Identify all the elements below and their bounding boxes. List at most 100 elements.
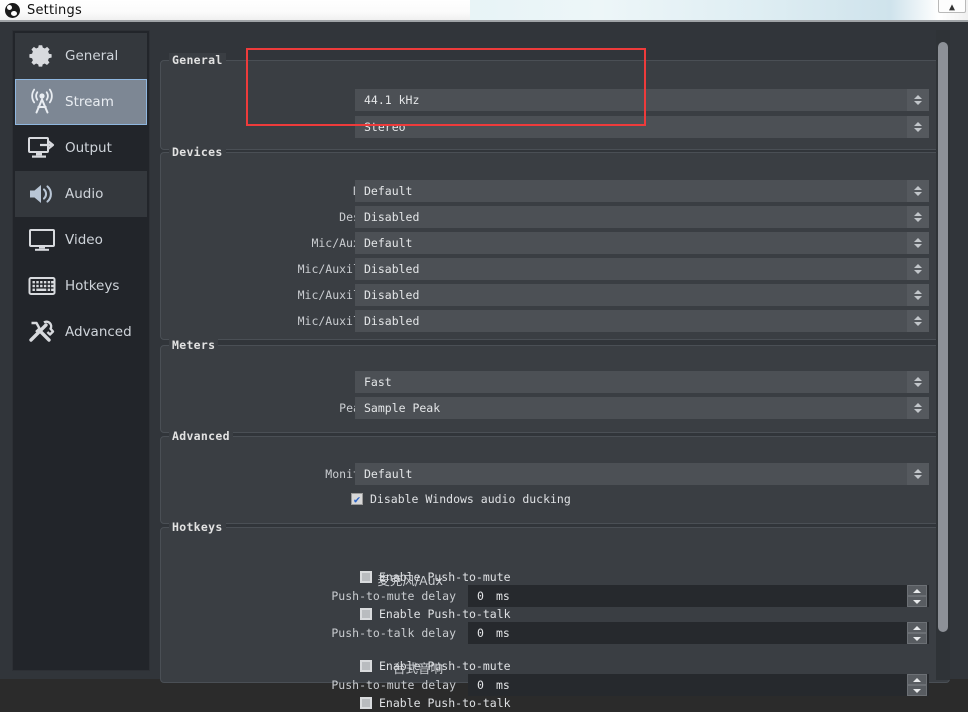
combo-decay-rate[interactable]: Fast <box>355 371 929 393</box>
window-corner-button[interactable]: ▲ <box>938 0 966 13</box>
chevron-updown-icon[interactable] <box>907 206 929 228</box>
spin-up-button[interactable] <box>907 622 927 633</box>
combo-value: Default <box>364 184 413 198</box>
checkbox-box[interactable] <box>360 697 372 709</box>
label-speakers-push-to-mute-delay: Push-to-mute delay <box>331 678 456 692</box>
scrollbar-thumb[interactable] <box>938 42 948 632</box>
spin-down-button[interactable] <box>907 685 927 696</box>
combo-value: Disabled <box>364 262 420 276</box>
settings-content-audio: General Sample Rate 44.1 kHz Channels St… <box>160 30 950 710</box>
group-title-hotkeys: Hotkeys <box>169 520 226 534</box>
combo-desktop-audio-2[interactable]: Disabled <box>355 206 929 228</box>
chevron-updown-icon[interactable] <box>907 397 929 419</box>
chevron-updown-icon[interactable] <box>907 371 929 393</box>
sidebar-item-advanced[interactable]: Advanced <box>15 309 147 355</box>
speaker-icon <box>25 178 59 210</box>
combo-value: Disabled <box>364 288 420 302</box>
checkbox-box[interactable]: ✔ <box>351 493 363 505</box>
combo-sample-rate[interactable]: 44.1 kHz <box>355 89 929 111</box>
settings-dialog: General Stream Output Audio Video Hotkey… <box>0 22 968 710</box>
spinner-buttons[interactable] <box>907 622 927 644</box>
combo-mic-aux-audio-2[interactable]: Disabled <box>355 258 929 280</box>
group-title-general: General <box>169 53 226 67</box>
chevron-updown-icon[interactable] <box>907 284 929 306</box>
content-scrollbar[interactable] <box>936 30 950 680</box>
sidebar-item-video[interactable]: Video <box>15 217 147 263</box>
combo-peak-meter-type[interactable]: Sample Peak <box>355 397 929 419</box>
spinner-buttons[interactable] <box>907 674 927 696</box>
tools-icon <box>25 316 59 348</box>
spin-unit: ms <box>495 678 510 692</box>
combo-value: Disabled <box>364 210 420 224</box>
monitor-icon <box>25 224 59 256</box>
spin-unit: ms <box>495 626 510 640</box>
combo-value: Default <box>364 236 413 250</box>
spin-up-button[interactable] <box>907 674 927 685</box>
chevron-updown-icon[interactable] <box>907 232 929 254</box>
spin-mic-push-to-mute-delay[interactable]: 0 ms <box>468 585 929 607</box>
sidebar-item-audio[interactable]: Audio <box>15 171 147 217</box>
spin-speakers-push-to-mute-delay[interactable]: 0 ms <box>468 674 929 696</box>
sidebar-item-output[interactable]: Output <box>15 125 147 171</box>
group-title-advanced: Advanced <box>169 429 233 443</box>
checkbox-label: Enable Push-to-talk <box>379 607 511 621</box>
checkbox-box[interactable] <box>360 660 372 672</box>
group-title-devices: Devices <box>169 145 226 159</box>
chevron-updown-icon[interactable] <box>907 463 929 485</box>
chevron-updown-icon[interactable] <box>907 89 929 111</box>
gear-icon <box>25 40 59 72</box>
checkbox-disable-windows-audio-ducking[interactable]: ✔ Disable Windows audio ducking <box>351 490 571 508</box>
group-devices: Devices Desktop Audio Default Desktop Au… <box>160 145 950 340</box>
spin-mic-push-to-talk-delay[interactable]: 0 ms <box>468 622 929 644</box>
spin-value: 0 <box>477 589 484 603</box>
chevron-updown-icon[interactable] <box>907 258 929 280</box>
combo-desktop-audio[interactable]: Default <box>355 180 929 202</box>
broadcast-icon <box>25 86 59 118</box>
sidebar-item-label: Advanced <box>65 324 132 340</box>
spin-down-button[interactable] <box>907 633 927 644</box>
combo-channels[interactable]: Stereo <box>355 116 929 138</box>
combo-value: Disabled <box>364 314 420 328</box>
sidebar-item-label: Hotkeys <box>65 278 120 294</box>
group-meters: Meters Decay Rate Fast Peak Meter Type S… <box>160 338 950 433</box>
spinner-buttons[interactable] <box>907 585 927 607</box>
combo-value: Fast <box>364 375 392 389</box>
spin-unit: ms <box>495 589 510 603</box>
combo-monitoring-device[interactable]: Default <box>355 463 929 485</box>
group-hotkeys: Hotkeys 麦克风/Aux Enable Push-to-mute Push… <box>160 520 950 710</box>
group-title-meters: Meters <box>169 338 219 352</box>
checkbox-box[interactable] <box>360 571 372 583</box>
combo-value: Default <box>364 467 413 481</box>
spin-value: 0 <box>477 626 484 640</box>
sidebar-item-stream[interactable]: Stream <box>15 79 147 125</box>
sidebar-item-label: General <box>65 48 119 64</box>
sidebar-item-hotkeys[interactable]: Hotkeys <box>15 263 147 309</box>
combo-value: 44.1 kHz <box>364 93 420 107</box>
sidebar-item-label: Output <box>65 140 112 156</box>
checkbox-speakers-enable-push-to-talk[interactable]: Enable Push-to-talk <box>360 694 511 712</box>
window-corner-button-glyph: ▲ <box>948 2 956 13</box>
spin-value: 0 <box>477 678 484 692</box>
spin-up-button[interactable] <box>907 585 927 596</box>
checkbox-label: Enable Push-to-mute <box>379 659 511 673</box>
combo-mic-aux-audio-4[interactable]: Disabled <box>355 310 929 332</box>
sidebar-item-general[interactable]: General <box>15 33 147 79</box>
window-title-bar: Settings <box>0 0 470 20</box>
sidebar-item-label: Video <box>65 232 103 248</box>
combo-mic-aux-audio[interactable]: Default <box>355 232 929 254</box>
output-icon <box>25 132 59 164</box>
chevron-updown-icon[interactable] <box>907 116 929 138</box>
checkbox-mic-enable-push-to-talk[interactable]: Enable Push-to-talk <box>360 605 511 623</box>
checkbox-speakers-enable-push-to-mute[interactable]: Enable Push-to-mute <box>360 657 511 675</box>
chevron-updown-icon[interactable] <box>907 310 929 332</box>
checkbox-mic-enable-push-to-mute[interactable]: Enable Push-to-mute <box>360 568 511 586</box>
checkbox-box[interactable] <box>360 608 372 620</box>
group-general: General Sample Rate 44.1 kHz Channels St… <box>160 53 950 150</box>
spin-down-button[interactable] <box>907 596 927 607</box>
combo-mic-aux-audio-3[interactable]: Disabled <box>355 284 929 306</box>
checkbox-label: Disable Windows audio ducking <box>370 492 571 506</box>
window-title: Settings <box>27 2 82 18</box>
checkbox-label: Enable Push-to-talk <box>379 696 511 710</box>
keyboard-icon <box>25 270 59 302</box>
chevron-updown-icon[interactable] <box>907 180 929 202</box>
